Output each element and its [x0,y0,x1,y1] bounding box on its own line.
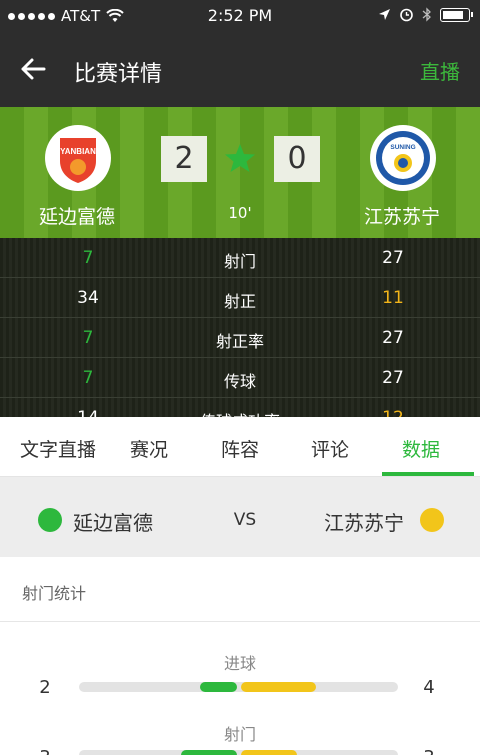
star-icon [225,144,255,172]
metric-away-value: 4 [423,677,435,698]
away-score: 0 [274,136,320,182]
stat-home-value: 7 [82,328,94,348]
metric-home-value: 3 [30,747,60,755]
stat-label: 射正 [223,292,256,311]
stat-label: 射门 [223,252,256,271]
stat-away-value: 27 [382,368,404,388]
metric-label: 进球 [223,654,256,673]
page-title: 比赛详情 [74,62,163,87]
metric-away-value: 3 [414,747,444,755]
bluetooth-icon [422,7,431,22]
compare-home-name: 延边富德 [73,511,153,535]
stat-label: 射正率 [215,332,264,351]
stat-row: 14 传球成功率 12 [0,398,480,417]
metric-bar-track [79,750,398,755]
alarm-icon [400,8,413,22]
stat-away-value: 27 [382,328,404,348]
away-color-dot [420,508,444,532]
tab-data[interactable]: 数据 [402,435,440,462]
home-color-dot [38,508,62,532]
match-minute: 10' [228,204,252,222]
stat-label: 传球成功率 [160,408,320,417]
home-team-name: 延边富德 [38,206,115,228]
stat-away-value: 27 [382,248,404,268]
section-title: 射门统计 [22,584,87,603]
away-team-logo: SUNING [370,125,436,191]
stat-row: 34 射正 11 [0,278,480,318]
tab-match-status[interactable]: 赛况 [130,435,168,462]
stat-away-value: 12 [353,408,433,417]
away-team-name: 江苏苏宁 [363,206,440,228]
stat-away-value: 11 [382,288,404,308]
stat-row: 7 射门 27 [0,238,480,278]
divider [0,621,480,622]
vs-label: VS [233,510,257,530]
metric-away-bar [240,750,297,755]
location-icon [379,9,390,20]
away-logo-text: SUNING [390,144,415,151]
battery-icon [440,7,473,22]
back-arrow-icon[interactable] [18,54,48,84]
compare-away-name: 江苏苏宁 [324,511,404,535]
stat-row: 7 射正率 27 [0,318,480,358]
metric-away-bar [240,682,316,692]
metric-home-value: 2 [39,677,51,698]
team-compare-bar: 延边富德 VS 江苏苏宁 [0,477,480,557]
metric-bar-track [79,682,398,692]
nav-bar: 比赛详情 直播 [0,32,480,107]
stat-home-value: 34 [77,288,99,308]
tab-comments[interactable]: 评论 [311,435,349,462]
stat-label: 传球 [223,372,256,391]
home-logo-text: YANBIAN [60,147,96,156]
stat-home-value: 7 [82,248,94,268]
stats-table: 7 射门 27 34 射正 11 7 射正率 27 7 传球 27 14 传球成… [0,238,480,417]
metric-home-bar [199,682,237,692]
home-team-logo: YANBIAN [45,125,111,191]
home-score: 2 [161,136,207,182]
status-bar: AT&T 2:52 PM [0,0,480,32]
stat-home-value: 7 [82,368,94,388]
live-button[interactable]: 直播 [420,56,460,85]
tab-lineup[interactable]: 阵容 [221,435,259,462]
stat-row: 7 传球 27 [0,358,480,398]
match-header: YANBIAN 延边富德 2 0 10' SUNING 江苏苏宁 [0,107,480,238]
tab-live-text[interactable]: 文字直播 [20,435,96,462]
stat-home-value: 14 [48,408,128,417]
active-tab-indicator [382,472,474,476]
tab-bar: 文字直播 赛况 阵容 评论 数据 [0,417,480,477]
metric-home-bar [180,750,237,755]
metric-label: 射门 [223,725,256,744]
